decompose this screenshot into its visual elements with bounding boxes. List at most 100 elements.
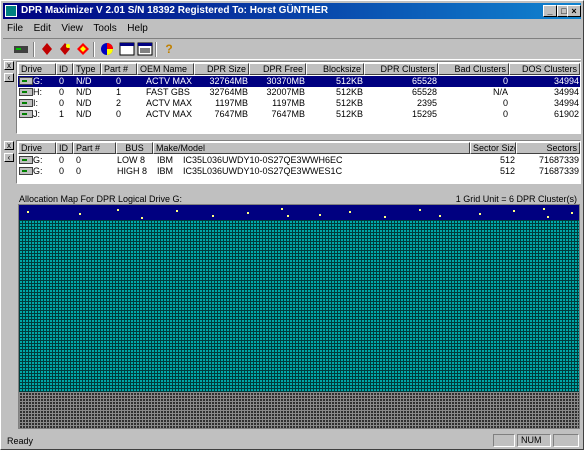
- close-drives-pane-button[interactable]: x: [4, 61, 14, 70]
- cell-dos: 34994: [553, 98, 579, 108]
- map-used-region: [19, 205, 579, 220]
- pane-toggle-button[interactable]: ‹: [4, 73, 14, 82]
- close-devices-pane-button[interactable]: x: [4, 141, 14, 150]
- drive-icon[interactable]: [13, 42, 29, 56]
- cell-block: 512KB: [335, 76, 363, 86]
- pie-icon[interactable]: [99, 42, 115, 56]
- map-dot: [547, 216, 549, 218]
- cell-oem: FAST GBS: [146, 87, 190, 97]
- col-id[interactable]: ID: [56, 63, 73, 75]
- table-row[interactable]: H: 0 N/D 1 FAST GBS 32764MB 32007MB 512KB 65528 N…: [18, 87, 580, 98]
- table-row[interactable]: G: 0 0 LOW 8 IBM IC35L036UWDY10-0S27QE3WWH6EC…: [18, 155, 580, 166]
- display-icon[interactable]: [137, 42, 153, 56]
- devices-table: Drive ID Part # BUS Make/Model Sector Si…: [16, 140, 581, 184]
- cell-id: 0: [59, 76, 65, 86]
- map-dot: [79, 213, 81, 215]
- menu-file[interactable]: File: [3, 21, 27, 36]
- status-text: Ready: [7, 436, 34, 446]
- cell-clusters: 65528: [411, 87, 437, 97]
- minimize-button[interactable]: _: [543, 5, 557, 17]
- close-button[interactable]: ×: [567, 5, 581, 17]
- cell-sectors: 71687339: [538, 155, 579, 165]
- drive-icon: [19, 88, 33, 96]
- col-sector-size[interactable]: Sector Size: [470, 142, 516, 154]
- map-dot: [287, 215, 289, 217]
- allocation-map[interactable]: [18, 204, 580, 429]
- cell-free: 1197MB: [272, 98, 305, 108]
- window-icon[interactable]: [119, 42, 135, 56]
- menu-bar: File Edit View Tools Help: [3, 21, 581, 37]
- drive-icon: [19, 156, 33, 164]
- cell-bad: N/A: [492, 87, 508, 97]
- col-sectors[interactable]: Sectors: [516, 142, 580, 154]
- cell-drive: G:: [33, 76, 43, 86]
- menu-view[interactable]: View: [57, 21, 87, 36]
- drive-icon: [19, 167, 33, 175]
- cell-oem: ACTV MAX: [146, 109, 193, 119]
- col-bus[interactable]: BUS: [116, 142, 153, 154]
- table-row[interactable]: G: 0 0 HIGH 8 IBM IC35L036UWDY10-0S27QE3WWES1…: [18, 166, 580, 177]
- map-title: Allocation Map For DPR Logical Drive G:: [19, 194, 183, 204]
- col-blocksize[interactable]: Blocksize: [306, 63, 364, 75]
- cell-block: 512KB: [335, 109, 363, 119]
- col-type[interactable]: Type: [73, 63, 101, 75]
- title-bar[interactable]: DPR Maximizer V 2.01 S/N 18392 Registere…: [3, 3, 581, 19]
- cell-clusters: 15295: [411, 109, 437, 119]
- col-oem-name[interactable]: OEM Name: [137, 63, 194, 75]
- map-grid-unit: 1 Grid Unit = 6 DPR Cluster(s): [455, 194, 577, 204]
- cell-ss: 512: [499, 155, 515, 165]
- red-diamond-icon[interactable]: [39, 42, 55, 56]
- cell-type: N/D: [76, 98, 92, 108]
- table-row[interactable]: G: 0 N/D 0 ACTV MAX 32764MB 30370MB 512KB 65528 0…: [18, 76, 580, 87]
- cell-bus: HIGH 8: [117, 166, 148, 176]
- cell-bad: 0: [502, 109, 508, 119]
- col-dpr-free[interactable]: DPR Free: [249, 63, 306, 75]
- help-icon[interactable]: ?: [161, 42, 177, 56]
- pane-toggle-button[interactable]: ‹: [4, 153, 14, 162]
- drive-icon: [19, 99, 33, 107]
- col-id[interactable]: ID: [56, 142, 73, 154]
- map-dot: [384, 216, 386, 218]
- cell-drive: G:: [33, 166, 43, 176]
- map-dot: [319, 214, 321, 216]
- col-drive[interactable]: Drive: [18, 142, 56, 154]
- num-indicator: NUM: [517, 434, 551, 447]
- map-dot: [247, 212, 249, 214]
- table-row[interactable]: J: 1 N/D 0 ACTV MAX 7647MB 7647MB 512KB 15295 0 61…: [18, 109, 580, 120]
- toolbar: ?: [3, 38, 581, 60]
- map-free-region: [19, 220, 579, 392]
- col-dpr-size[interactable]: DPR Size: [194, 63, 249, 75]
- col-part[interactable]: Part #: [73, 142, 116, 154]
- col-dos-clusters[interactable]: DOS Clusters: [509, 63, 580, 75]
- menu-edit[interactable]: Edit: [30, 21, 55, 36]
- map-dot: [419, 209, 421, 211]
- cell-oem: ACTV MAX: [146, 98, 193, 108]
- cell-id: 0: [59, 155, 65, 165]
- cell-bad: 0: [502, 76, 508, 86]
- col-dpr-clusters[interactable]: DPR Clusters: [364, 63, 438, 75]
- map-dot: [479, 213, 481, 215]
- cell-size: 32764MB: [209, 87, 248, 97]
- cell-part: 1: [116, 87, 122, 97]
- col-bad-clusters[interactable]: Bad Clusters: [438, 63, 509, 75]
- col-part[interactable]: Part #: [101, 63, 137, 75]
- map-dot: [349, 211, 351, 213]
- col-make-model[interactable]: Make/Model: [153, 142, 470, 154]
- red-gem-icon[interactable]: [75, 42, 91, 56]
- cell-size: 32764MB: [209, 76, 248, 86]
- table-row[interactable]: I: 0 N/D 2 ACTV MAX 1197MB 1197MB 512KB 2395 0 349…: [18, 98, 580, 109]
- cell-model: IC35L036UWDY10-0S27QE3WWES1C: [183, 166, 343, 176]
- menu-tools[interactable]: Tools: [89, 21, 120, 36]
- red-yellow-icon[interactable]: [57, 42, 73, 56]
- cell-model: IC35L036UWDY10-0S27QE3WWH6EC: [183, 155, 343, 165]
- col-drive[interactable]: Drive: [18, 63, 56, 75]
- cell-make: IBM: [157, 166, 174, 176]
- cell-sectors: 71687339: [538, 166, 579, 176]
- cell-drive: J:: [33, 109, 41, 119]
- cell-drive: H:: [33, 87, 42, 97]
- menu-help[interactable]: Help: [123, 21, 152, 36]
- toolbar-separator: [33, 42, 35, 57]
- toolbar-separator: [93, 42, 95, 57]
- status-panel: [493, 434, 515, 447]
- cell-free: 7647MB: [271, 109, 305, 119]
